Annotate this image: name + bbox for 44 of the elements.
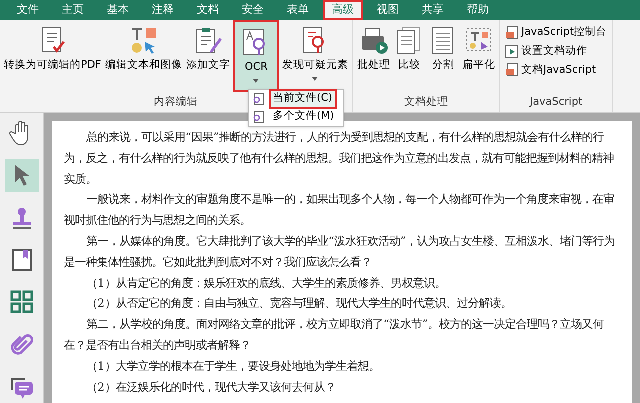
scan-document-icon — [252, 92, 265, 106]
menu-tab[interactable]: 主页 — [53, 0, 93, 20]
script-document-icon — [505, 26, 520, 40]
ribbon-button[interactable]: 扁平化 — [461, 20, 496, 92]
paperclip-icon — [8, 332, 34, 358]
ribbon-button[interactable]: JavaScript控制台 — [503, 25, 610, 41]
paragraph: 第一，从媒体的角度。它大肆批判了该大学的毕业“泼水狂欢活动”，认为攻占女生楼、互相泼水、堵门等行为是一种集体性骚扰。它如此批判到底对不对？我们应该怎么看？ — [64, 234, 616, 271]
ribbon-button[interactable]: 分割 — [427, 20, 460, 92]
caret-icon — [253, 78, 260, 83]
ribbon-button[interactable]: 文档JavaScript — [503, 62, 610, 78]
menu-tab[interactable]: 文档 — [188, 0, 228, 20]
menu-tab[interactable]: 高级 — [323, 0, 363, 20]
ribbon-button[interactable]: 批处理 — [356, 20, 392, 92]
group-label: JavaScript — [530, 95, 583, 110]
ribbon-button[interactable]: 添加文字 — [185, 20, 232, 92]
paragraph: 第二，从学校的角度。面对网络文章的批评，校方立即取消了“泼水节”。校方的这一决定合理吗？立场又何在？是否有出台相关的声明或者解释？ — [64, 317, 606, 354]
play-box-icon — [505, 44, 520, 59]
script-document-icon — [505, 63, 520, 78]
group-label: 内容编辑 — [154, 95, 198, 110]
thumbnails-grid-icon — [8, 289, 34, 316]
menu-tab[interactable]: 共享 — [413, 0, 453, 20]
ribbon-button[interactable]: 转换为可编辑的PDF — [3, 20, 102, 92]
paragraph: （2）在泛娱乐化的时代，现代大学又该何去何从？ — [86, 380, 337, 396]
menu-tab[interactable]: 文件 — [8, 0, 48, 20]
tool-button[interactable] — [4, 159, 38, 192]
menu-tab[interactable]: 表单 — [278, 0, 318, 20]
menu-tab[interactable]: 视图 — [368, 0, 408, 20]
menu-tab[interactable]: 基本 — [98, 0, 138, 20]
ribbon-button[interactable]: OCR — [233, 20, 280, 92]
paragraph: （1）从肯定它的角度：娱乐狂欢的底线、大学生的素质修养、男权意识。 — [86, 276, 447, 292]
menu-tab[interactable]: 安全 — [233, 0, 273, 20]
paragraph: 一般说来，材料作文的审题角度不是唯一的，如果出现多个人物，每一个人物都可作为一个角度来审视，在审视时抓住他的行为与思想之间的关系。 — [64, 192, 616, 230]
menu-tab[interactable]: 注释 — [143, 0, 183, 20]
group-label: 文档处理 — [404, 95, 448, 110]
ribbon-button[interactable]: 编辑文本和图像 — [104, 20, 184, 92]
ribbon-button[interactable]: 设置文档动作 — [503, 44, 610, 60]
menu-tab[interactable]: 帮助 — [458, 0, 498, 20]
caret-icon — [312, 76, 318, 81]
scan-document-icon — [252, 110, 265, 124]
paragraph: （1）大学立学的根本在于学生，要设身处地地为学生着想。 — [86, 358, 381, 375]
ribbon-button[interactable]: 比较 — [393, 20, 426, 92]
menu-item[interactable]: 多个文件(M) — [249, 108, 343, 126]
paragraph: 总的来说，可以采用“因果”推断的方法进行，人的行为受到思想的支配，有什么样的思想就会有什么样的行为，反之，有什么样的行为就反映了他有什么样的思想。我们把这作为立意的出发点，就有可能把握到材料的精神实质。 — [64, 130, 615, 188]
paragraph: （2）从否定它的角度：自由与独立、宽容与理解、现代大学生的时代意识、过分解读。 — [86, 296, 513, 312]
